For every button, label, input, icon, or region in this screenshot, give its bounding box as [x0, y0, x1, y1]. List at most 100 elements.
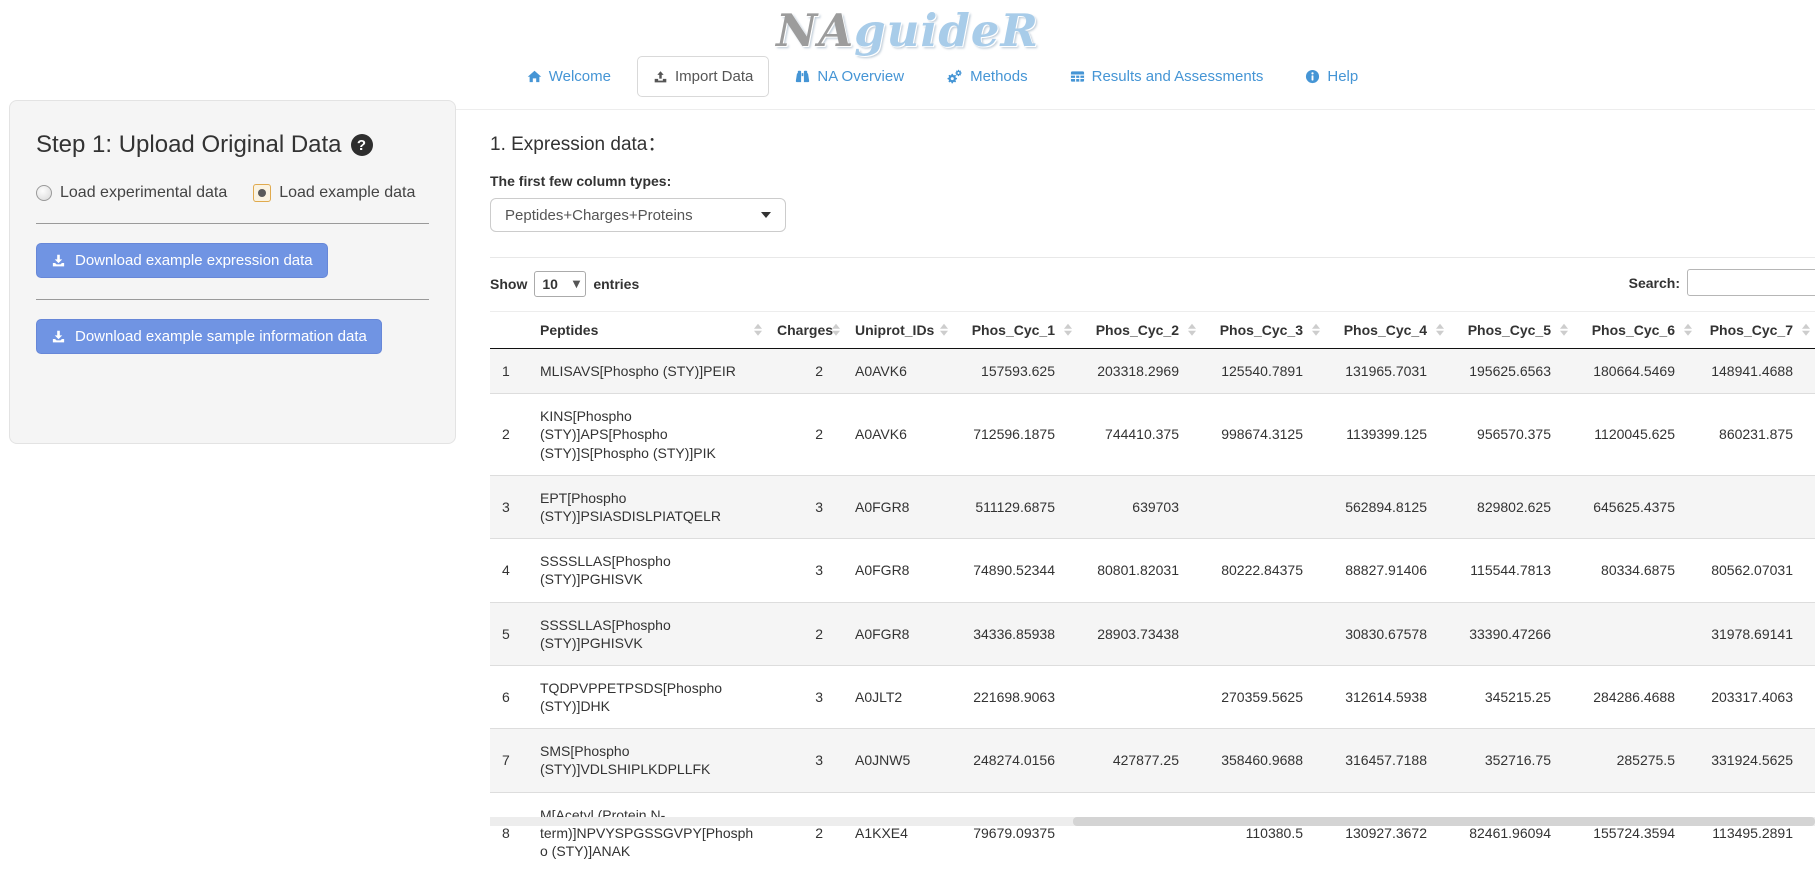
radio-selected-icon[interactable] — [253, 184, 271, 202]
value-cell: 284286.4688 — [1573, 665, 1697, 728]
value-cell: 157593.625 — [953, 349, 1077, 394]
panel-title: Step 1: Upload Original Data ? — [36, 131, 429, 159]
button-label: Download example sample information data — [75, 328, 367, 345]
table-header-row: Peptides Charges Uniprot_IDs Phos_Cyc_1 … — [490, 312, 1815, 349]
charge-cell: 3 — [767, 729, 845, 792]
tab-welcome[interactable]: Welcome — [511, 56, 627, 97]
value-cell: 427877.25 — [1077, 729, 1201, 792]
row-index-cell: 7 — [490, 729, 530, 792]
tab-results-assessments[interactable]: Results and Assessments — [1054, 56, 1280, 97]
header-phos-cyc-4[interactable]: Phos_Cyc_4 — [1325, 312, 1449, 349]
peptide-cell: TQDPVPPETPSDS[Phospho (STY)]DHK — [530, 665, 767, 728]
value-cell — [1077, 665, 1201, 728]
value-cell: 79679.09375 — [953, 792, 1077, 873]
peptide-cell: MLISAVS[Phospho (STY)]PEIR — [530, 349, 767, 394]
tab-label: NA Overview — [817, 68, 904, 85]
row-index-cell: 4 — [490, 539, 530, 602]
value-cell — [1201, 602, 1325, 665]
table-icon — [1070, 69, 1085, 84]
charge-cell: 2 — [767, 792, 845, 873]
header-peptides[interactable]: Peptides — [530, 312, 767, 349]
tab-label: Results and Assessments — [1092, 68, 1264, 85]
horizontal-scrollbar[interactable] — [490, 817, 1815, 826]
radio-load-example-data[interactable]: Load example data — [253, 184, 415, 202]
datatable-controls: Show 10 ▼ entries Search: — [490, 271, 1815, 299]
header-phos-cyc-5[interactable]: Phos_Cyc_5 — [1449, 312, 1573, 349]
value-cell: 148941.4688 — [1697, 349, 1815, 394]
row-index-cell: 1 — [490, 349, 530, 394]
download-expression-button[interactable]: Download example expression data — [36, 243, 328, 278]
value-cell: 221698.9063 — [953, 665, 1077, 728]
value-cell: 31978.69141 — [1697, 602, 1815, 665]
uniprot-cell: A0JNW5 — [845, 729, 953, 792]
value-cell: 956570.375 — [1449, 394, 1573, 476]
upload-panel: Step 1: Upload Original Data ? Load expe… — [9, 100, 456, 444]
radio-load-experimental-data[interactable]: Load experimental data — [36, 184, 227, 202]
table-row: 1MLISAVS[Phospho (STY)]PEIR2A0AVK6157593… — [490, 349, 1815, 394]
header-phos-cyc-1[interactable]: Phos_Cyc_1 — [953, 312, 1077, 349]
download-sample-info-button[interactable]: Download example sample information data — [36, 319, 382, 354]
uniprot-cell: A0FGR8 — [845, 475, 953, 538]
scrollbar-thumb[interactable] — [1073, 817, 1815, 826]
tab-import-data[interactable]: Import Data — [637, 56, 769, 97]
value-cell: 82461.96094 — [1449, 792, 1573, 873]
column-types-label: The first few column types: — [490, 173, 1815, 189]
table-row: 2KINS[Phospho (STY)]APS[Phospho (STY)]S[… — [490, 394, 1815, 476]
tab-methods[interactable]: Methods — [930, 56, 1044, 97]
value-cell — [1201, 475, 1325, 538]
page-length-value: 10 — [542, 276, 558, 292]
header-phos-cyc-6[interactable]: Phos_Cyc_6 — [1573, 312, 1697, 349]
value-cell: 80562.07031 — [1697, 539, 1815, 602]
header-phos-cyc-7[interactable]: Phos_Cyc_7 — [1697, 312, 1815, 349]
uniprot-cell: A0AVK6 — [845, 394, 953, 476]
value-cell: 130927.3672 — [1325, 792, 1449, 873]
logo-text-guider: guideR — [854, 4, 1039, 57]
page-length-control: Show 10 ▼ entries — [490, 271, 1815, 297]
tab-na-overview[interactable]: NA Overview — [779, 56, 920, 97]
value-cell — [1573, 602, 1697, 665]
sort-icon — [1064, 324, 1072, 336]
value-cell: 511129.6875 — [953, 475, 1077, 538]
uniprot-cell: A0JLT2 — [845, 665, 953, 728]
sort-icon — [940, 324, 948, 336]
tab-content-divider — [420, 109, 1815, 110]
page-length-select[interactable]: 10 ▼ — [534, 271, 586, 297]
expression-table: Peptides Charges Uniprot_IDs Phos_Cyc_1 … — [490, 311, 1815, 873]
uniprot-cell: A0AVK6 — [845, 349, 953, 394]
sort-icon — [1436, 324, 1444, 336]
value-cell: 1120045.625 — [1573, 394, 1697, 476]
charge-cell: 2 — [767, 349, 845, 394]
header-phos-cyc-3[interactable]: Phos_Cyc_3 — [1201, 312, 1325, 349]
sort-icon — [754, 324, 762, 336]
value-cell: 30830.67578 — [1325, 602, 1449, 665]
value-cell: 639703 — [1077, 475, 1201, 538]
value-cell: 744410.375 — [1077, 394, 1201, 476]
header-charges[interactable]: Charges — [767, 312, 845, 349]
column-types-select[interactable]: Peptides+Charges+Proteins — [490, 198, 786, 232]
value-cell: 358460.9688 — [1201, 729, 1325, 792]
question-circle-icon[interactable]: ? — [351, 134, 373, 156]
search-input[interactable] — [1687, 269, 1815, 296]
value-cell: 248274.0156 — [953, 729, 1077, 792]
chevron-down-icon — [761, 212, 771, 218]
sort-icon — [1684, 324, 1692, 336]
value-cell: 180664.5469 — [1573, 349, 1697, 394]
expression-table-wrapper: Peptides Charges Uniprot_IDs Phos_Cyc_1 … — [490, 311, 1815, 873]
value-cell: 80222.84375 — [1201, 539, 1325, 602]
tab-label: Help — [1327, 68, 1358, 85]
value-cell: 88827.91406 — [1325, 539, 1449, 602]
header-phos-cyc-2[interactable]: Phos_Cyc_2 — [1077, 312, 1201, 349]
row-index-cell: 6 — [490, 665, 530, 728]
tab-help[interactable]: Help — [1289, 56, 1374, 97]
data-source-radio-group: Load experimental data Load example data — [36, 184, 429, 202]
value-cell: 860231.875 — [1697, 394, 1815, 476]
gears-icon — [946, 69, 963, 85]
value-cell: 331924.5625 — [1697, 729, 1815, 792]
radio-unselected-icon[interactable] — [36, 185, 52, 201]
tab-label: Methods — [970, 68, 1028, 85]
peptide-cell: M[Acetyl (Protein N-term)]NPVYSPGSSGVPY[… — [530, 792, 767, 873]
header-uniprot-ids[interactable]: Uniprot_IDs — [845, 312, 953, 349]
header-row-index — [490, 312, 530, 349]
value-cell: 645625.4375 — [1573, 475, 1697, 538]
value-cell: 195625.6563 — [1449, 349, 1573, 394]
